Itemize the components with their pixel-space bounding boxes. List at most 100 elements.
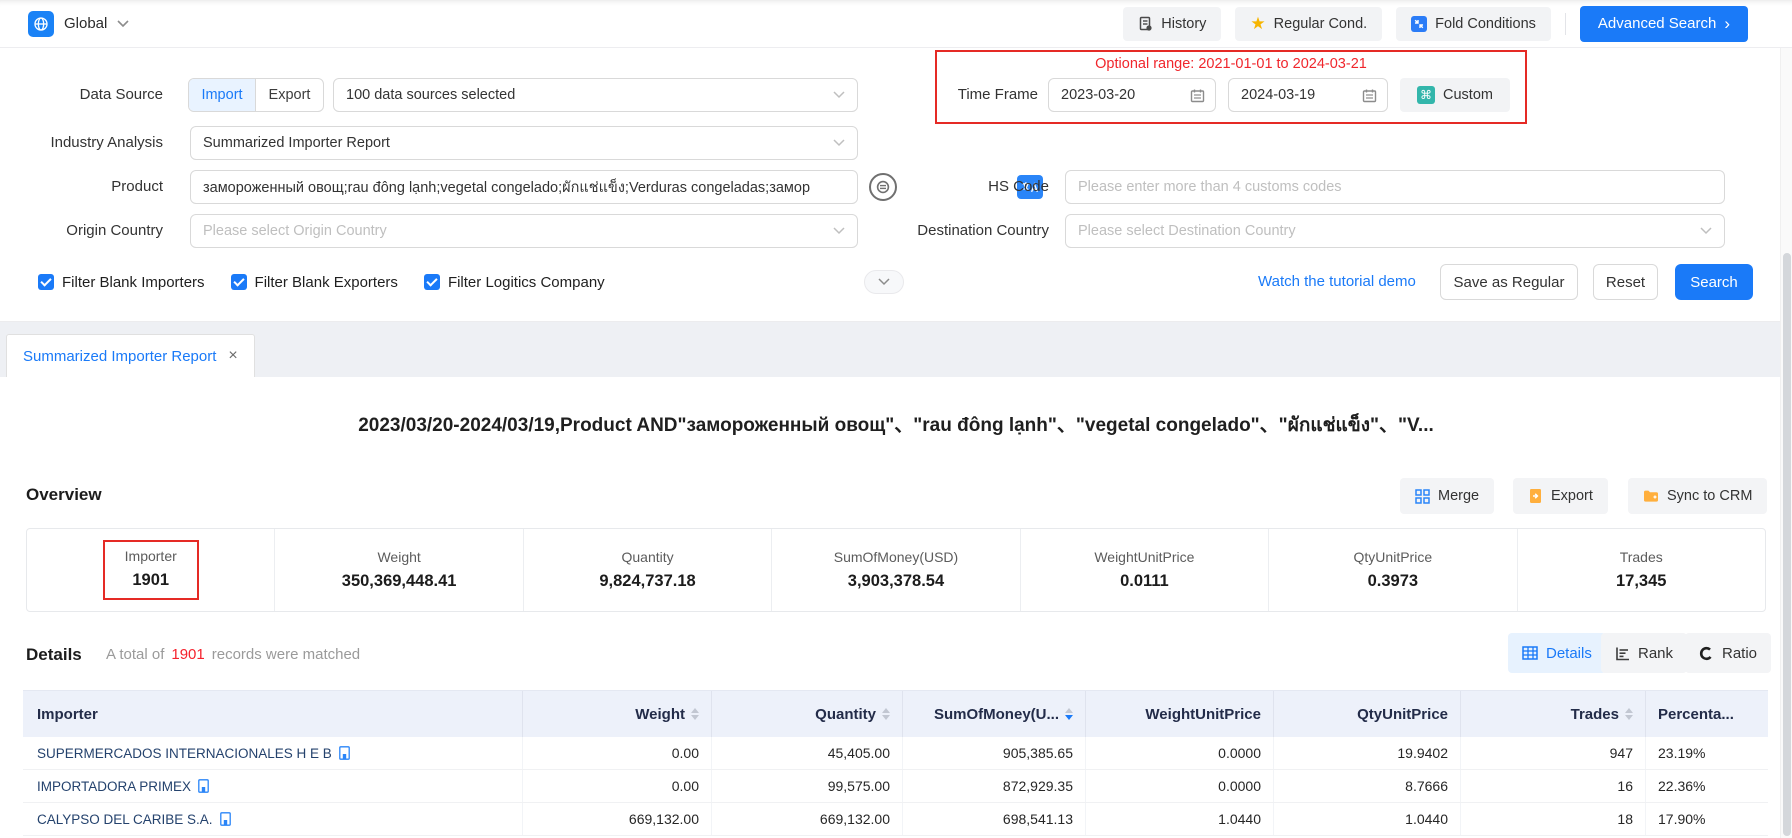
header-quantity[interactable]: Quantity <box>712 691 903 737</box>
header-percentage: Percenta... <box>1646 691 1768 737</box>
header-sum-of-money[interactable]: SumOfMoney(U... <box>903 691 1086 737</box>
header-trades[interactable]: Trades <box>1461 691 1646 737</box>
merge-label: Merge <box>1438 488 1479 504</box>
table-icon <box>1522 646 1538 660</box>
stat-value: 0.0111 <box>1120 572 1169 591</box>
report-title: 2023/03/20-2024/03/19,Product AND"заморо… <box>0 410 1792 440</box>
end-date-field[interactable]: 2024-03-19 <box>1228 78 1388 112</box>
tab-summarized-importer-report[interactable]: Summarized Importer Report × <box>6 334 255 377</box>
header-weight-unit-price: WeightUnitPrice <box>1086 691 1274 737</box>
custom-label: Custom <box>1443 87 1493 103</box>
table-row: CALYPSO DEL CARIBE S.A. 669,132.00 669,1… <box>23 803 1768 836</box>
region-selector[interactable]: Global <box>28 11 129 37</box>
sort-carets-active-desc[interactable] <box>1065 708 1073 720</box>
start-date-field[interactable]: 2023-03-20 <box>1048 78 1216 112</box>
filter-label: Filter Blank Importers <box>62 274 205 291</box>
save-as-regular-button[interactable]: Save as Regular <box>1440 264 1578 300</box>
ratio-icon <box>1699 646 1714 661</box>
checkbox-checked-icon[interactable] <box>231 274 247 290</box>
regular-cond-button[interactable]: ★ Regular Cond. <box>1235 7 1382 41</box>
sort-carets[interactable] <box>691 708 699 720</box>
fold-conditions-label: Fold Conditions <box>1435 16 1536 32</box>
stat-label: QtyUnitPrice <box>1354 549 1433 565</box>
custom-button[interactable]: ⌘ Custom <box>1400 78 1510 112</box>
advanced-search-label: Advanced Search <box>1598 15 1716 32</box>
stat-value: 3,903,378.54 <box>848 572 944 591</box>
chevron-down-icon <box>117 20 129 28</box>
filter-row: Filter Blank Importers Filter Blank Expo… <box>38 264 605 300</box>
sort-carets[interactable] <box>882 708 890 720</box>
table-header: Importer Weight Quantity SumOfMoney(U...… <box>23 690 1768 737</box>
cell-percentage: 23.19% <box>1646 737 1768 769</box>
time-frame-label: Time Frame <box>880 78 1038 112</box>
industry-analysis-select[interactable]: Summarized Importer Report <box>190 126 858 160</box>
stat-trades: Trades 17,345 <box>1517 529 1765 611</box>
sync-to-crm-button[interactable]: Sync to CRM <box>1628 478 1767 514</box>
importer-name-link[interactable]: CALYPSO DEL CARIBE S.A. <box>37 812 231 827</box>
cell-trades: 16 <box>1461 770 1646 802</box>
product-label: Product <box>0 170 163 204</box>
search-button[interactable]: Search <box>1675 264 1753 300</box>
table-row: IMPORTADORA PRIMEX 0.00 99,575.00 872,92… <box>23 770 1768 803</box>
collapse-conditions-button[interactable] <box>864 270 904 294</box>
cell-percentage: 22.36% <box>1646 770 1768 802</box>
cell-weight-unit-price: 0.0000 <box>1086 770 1274 802</box>
sort-carets[interactable] <box>1625 708 1633 720</box>
data-source-label: Data Source <box>0 78 163 112</box>
destination-country-label: Destination Country <box>886 214 1049 248</box>
header-weight[interactable]: Weight <box>523 691 712 737</box>
stat-importer: Importer 1901 <box>27 529 274 611</box>
filter-logitics-company[interactable]: Filter Logitics Company <box>424 274 605 291</box>
checkbox-checked-icon[interactable] <box>424 274 440 290</box>
hs-code-input[interactable] <box>1065 170 1725 204</box>
ratio-view-button[interactable]: Ratio <box>1685 633 1771 673</box>
company-contact-icon[interactable] <box>339 746 350 760</box>
industry-analysis-value: Summarized Importer Report <box>203 135 390 151</box>
cell-trades: 947 <box>1461 737 1646 769</box>
company-contact-icon[interactable] <box>198 779 209 793</box>
stat-weight-unit-price: WeightUnitPrice 0.0111 <box>1020 529 1268 611</box>
fold-conditions-button[interactable]: Fold Conditions <box>1396 7 1551 41</box>
chevron-down-icon <box>1700 227 1712 235</box>
data-source-toggle: Import Export <box>188 78 324 112</box>
topbar: Global History ★ Regular Cond. Fold Cond… <box>0 0 1792 48</box>
stat-quantity: Quantity 9,824,737.18 <box>523 529 771 611</box>
details-view-button[interactable]: Details <box>1508 633 1606 673</box>
tutorial-demo-link[interactable]: Watch the tutorial demo <box>1258 264 1416 300</box>
importer-name-link[interactable]: SUPERMERCADOS INTERNACIONALES H E B <box>37 746 350 761</box>
import-option[interactable]: Import <box>189 79 256 111</box>
data-sources-select[interactable]: 100 data sources selected <box>333 78 858 112</box>
origin-country-select[interactable]: Please select Origin Country <box>190 214 858 248</box>
advanced-search-button[interactable]: Advanced Search › <box>1580 6 1748 42</box>
chevron-down-icon <box>833 91 845 99</box>
merge-button[interactable]: Merge <box>1400 478 1494 514</box>
rank-view-button[interactable]: Rank <box>1601 633 1687 673</box>
importer-name-link[interactable]: IMPORTADORA PRIMEX <box>37 779 209 794</box>
tab-label: Summarized Importer Report <box>23 348 216 365</box>
filter-blank-exporters[interactable]: Filter Blank Exporters <box>231 274 398 291</box>
history-button[interactable]: History <box>1123 7 1221 41</box>
filter-blank-importers[interactable]: Filter Blank Importers <box>38 274 205 291</box>
checkbox-checked-icon[interactable] <box>38 274 54 290</box>
reset-button[interactable]: Reset <box>1593 264 1658 300</box>
product-input[interactable] <box>190 170 858 204</box>
company-contact-icon[interactable] <box>220 812 231 826</box>
scrollbar-thumb[interactable] <box>1783 253 1791 836</box>
export-icon <box>1528 488 1543 504</box>
region-label: Global <box>64 15 107 32</box>
destination-country-select[interactable]: Please select Destination Country <box>1065 214 1725 248</box>
close-icon[interactable]: × <box>228 348 237 364</box>
stat-value: 0.3973 <box>1368 572 1418 591</box>
summary-suffix: records were matched <box>212 646 360 663</box>
data-sources-value: 100 data sources selected <box>346 87 515 103</box>
export-option[interactable]: Export <box>256 79 323 111</box>
cell-sum-of-money: 698,541.13 <box>903 803 1086 835</box>
start-date-value: 2023-03-20 <box>1061 87 1135 103</box>
cell-sum-of-money: 905,385.65 <box>903 737 1086 769</box>
stat-value: 1901 <box>132 571 169 590</box>
results-table: Importer Weight Quantity SumOfMoney(U...… <box>23 690 1768 838</box>
divider <box>1565 13 1566 35</box>
cell-trades: 18 <box>1461 803 1646 835</box>
ratio-view-label: Ratio <box>1722 645 1757 662</box>
export-button[interactable]: Export <box>1513 478 1608 514</box>
